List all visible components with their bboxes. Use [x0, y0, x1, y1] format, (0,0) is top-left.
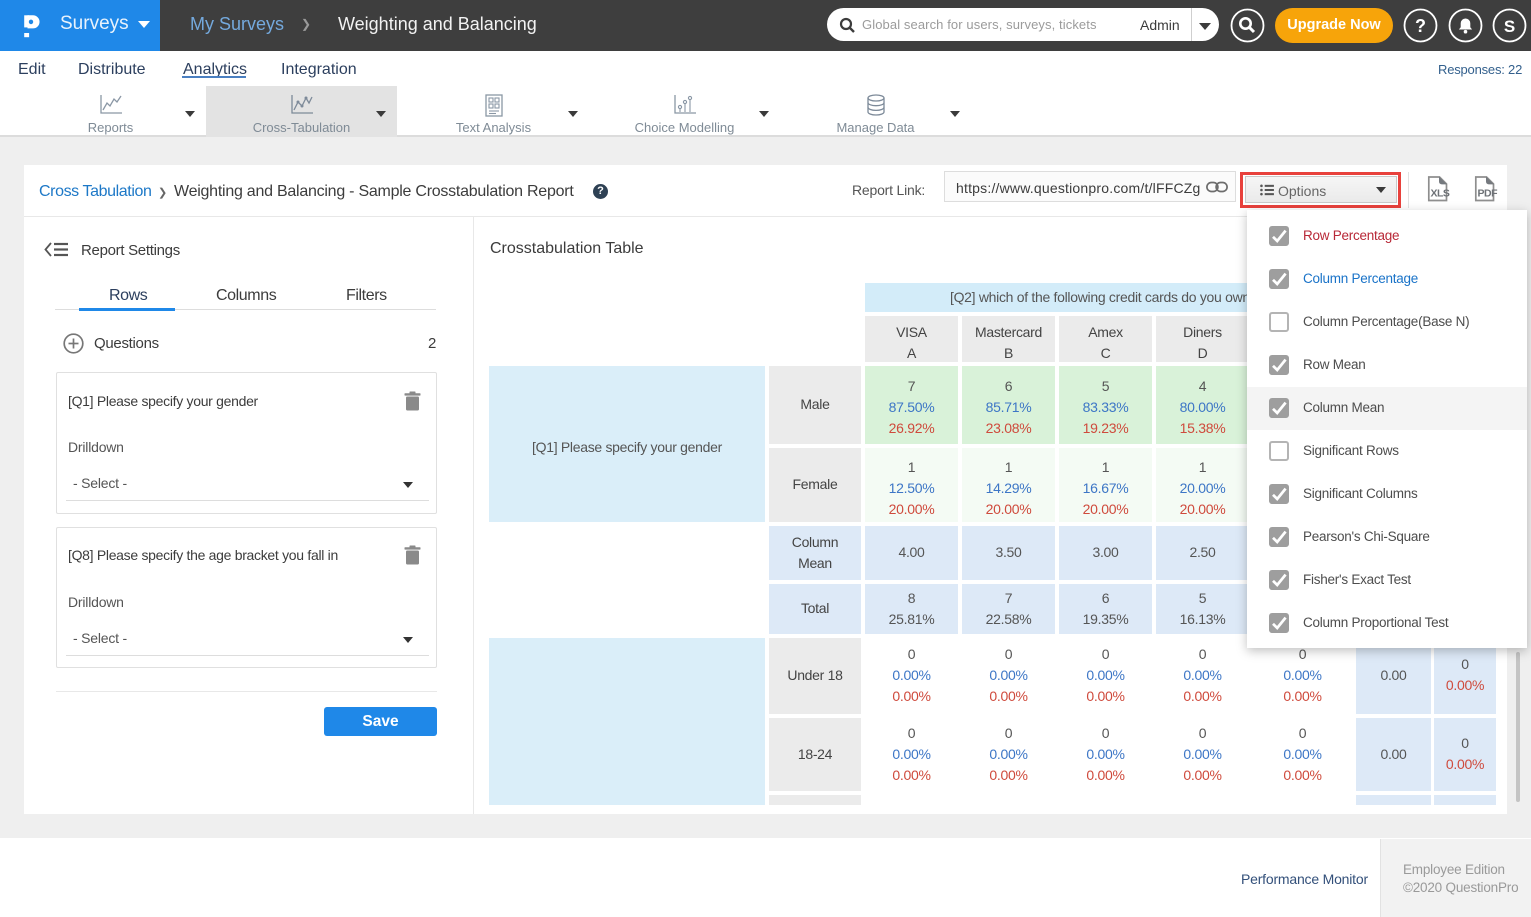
svg-text:XLS: XLS [1431, 188, 1450, 200]
svg-text:?: ? [1415, 16, 1426, 36]
svg-text:PDF: PDF [1478, 188, 1499, 200]
svg-text:S: S [1504, 17, 1515, 36]
